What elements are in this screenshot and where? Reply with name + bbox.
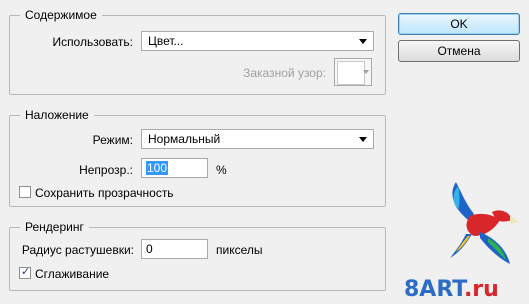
cancel-button[interactable]: Отмена: [398, 40, 520, 62]
feather-input[interactable]: 0: [141, 239, 208, 259]
parrot-logo: [450, 182, 520, 264]
opacity-label: Непрозр.:: [79, 163, 133, 177]
feather-input-value: 0: [146, 242, 153, 256]
preserve-transparency-label[interactable]: Сохранить прозрачность: [35, 186, 174, 200]
pattern-swatch: [337, 61, 365, 85]
opacity-unit: %: [216, 163, 227, 177]
parrot-beak: [510, 216, 520, 224]
chevron-down-icon: [359, 39, 367, 44]
use-select-value: Цвет...: [148, 34, 184, 48]
opacity-input-value: 100: [146, 161, 169, 175]
custom-pattern-picker[interactable]: [334, 58, 372, 86]
antialias-label[interactable]: Сглаживание: [35, 267, 109, 281]
check-icon: ✓: [21, 266, 31, 278]
custom-pattern-label: Заказной узор:: [243, 66, 326, 80]
chevron-down-icon: [363, 70, 369, 74]
contents-group-title: Содержимое: [20, 8, 102, 22]
feather-label: Радиус растушевки:: [21, 243, 134, 257]
watermark-main: 8ART: [404, 277, 464, 302]
rendering-group-title: Рендеринг: [20, 220, 89, 234]
blending-group-title: Наложение: [20, 108, 94, 122]
watermark-suffix: .ru: [463, 277, 499, 302]
feather-unit: пикселы: [216, 243, 263, 257]
mode-select-value: Нормальный: [148, 132, 221, 146]
ok-button[interactable]: OK: [398, 13, 520, 35]
watermark-text: 8ART.ru: [404, 278, 499, 302]
rendering-group: Рендеринг: [9, 220, 386, 291]
mode-label: Режим:: [92, 133, 133, 147]
use-label: Использовать:: [52, 35, 133, 49]
use-select[interactable]: Цвет...: [141, 31, 374, 51]
antialias-checkbox[interactable]: ✓: [19, 266, 31, 279]
contents-group: Содержимое: [9, 8, 386, 95]
mode-select[interactable]: Нормальный: [141, 129, 374, 149]
opacity-input[interactable]: 100: [141, 158, 208, 178]
chevron-down-icon: [359, 137, 367, 142]
parrot-tail-yellow: [456, 236, 470, 252]
preserve-transparency-checkbox[interactable]: [19, 186, 31, 198]
